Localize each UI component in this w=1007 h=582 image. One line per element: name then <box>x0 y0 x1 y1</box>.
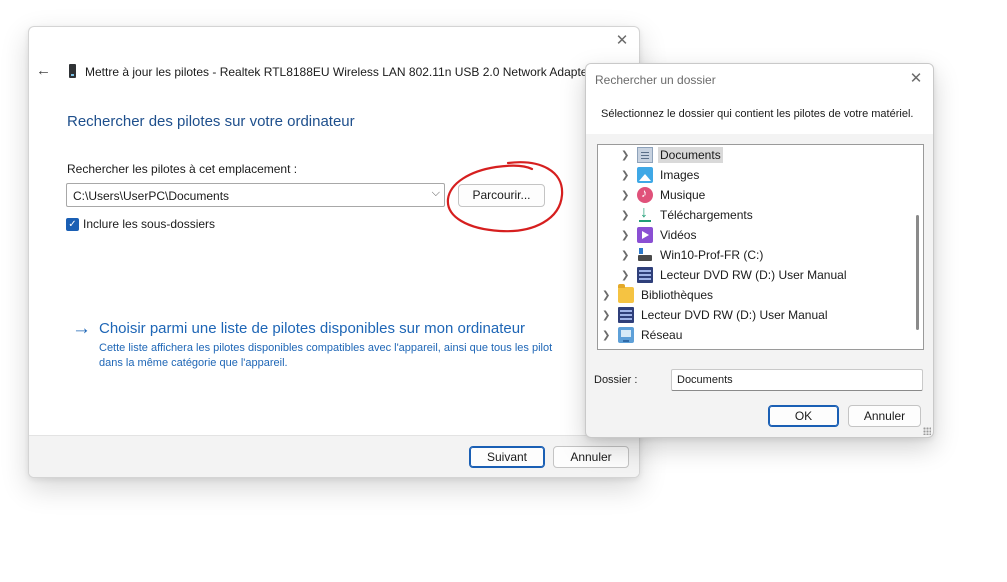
chevron-right-icon[interactable]: ❯ <box>621 250 631 261</box>
wizard-footer: Suivant Annuler <box>29 435 639 477</box>
include-subfolders-label: Inclure les sous-dossiers <box>83 217 216 231</box>
tree-item-label: Lecteur DVD RW (D:) User Manual <box>641 308 828 322</box>
path-value: C:\Users\UserPC\Documents <box>73 189 230 203</box>
music-icon <box>637 186 653 203</box>
tree-scrollbar[interactable] <box>916 215 919 330</box>
dvd-drive-icon <box>637 267 653 283</box>
browse-button[interactable]: Parcourir... <box>458 184 545 207</box>
include-subfolders-checkbox[interactable]: ✓ <box>66 218 79 231</box>
chevron-right-icon[interactable]: ❯ <box>621 210 631 221</box>
resize-grip-icon[interactable] <box>923 427 931 435</box>
images-icon <box>637 167 653 183</box>
tree-item-label: Musique <box>660 188 706 202</box>
tree-item-dvd-drive[interactable]: ❯ Lecteur DVD RW (D:) User Manual <box>602 305 830 325</box>
choose-driver-list-link[interactable]: Choisir parmi une liste de pilotes dispo… <box>99 320 525 337</box>
cancel-button[interactable]: Annuler <box>553 446 629 468</box>
drive-icon <box>637 247 653 263</box>
instruction-area: Sélectionnez le dossier qui contient les… <box>586 94 933 134</box>
tree-item-music[interactable]: ❯ Musique <box>621 185 707 205</box>
tree-item-label: Documents <box>658 147 723 163</box>
dvd-drive-icon <box>618 307 634 323</box>
network-icon <box>618 327 634 343</box>
folder-tree[interactable]: ❯ Documents ❯ Images ❯ Musique ❯ Télécha… <box>597 144 924 350</box>
tree-item-images[interactable]: ❯ Images <box>621 165 701 185</box>
folder-label: Dossier : <box>594 374 638 386</box>
close-icon[interactable]: ✕ <box>907 70 925 88</box>
tree-item-label: Lecteur DVD RW (D:) User Manual <box>660 268 847 282</box>
path-combobox[interactable]: C:\Users\UserPC\Documents ⌵ <box>66 183 445 207</box>
tree-item-label: Images <box>660 168 700 182</box>
update-driver-window: ✕ ← Mettre à jour les pilotes - Realtek … <box>28 26 640 478</box>
next-button[interactable]: Suivant <box>469 446 545 468</box>
chevron-right-icon[interactable]: ❯ <box>621 150 631 161</box>
page-heading: Rechercher des pilotes sur votre ordinat… <box>67 113 355 130</box>
chevron-right-icon[interactable]: ❯ <box>621 270 631 281</box>
tree-item-downloads[interactable]: ❯ Téléchargements <box>621 204 755 225</box>
dialog-instruction: Sélectionnez le dossier qui contient les… <box>601 108 914 120</box>
folder-input[interactable]: Documents <box>671 369 923 391</box>
dialog-title: Rechercher un dossier <box>595 73 716 87</box>
description-line: dans la même catégorie que l'appareil. <box>99 357 288 369</box>
cancel-button[interactable]: Annuler <box>848 405 921 427</box>
tree-item-libraries[interactable]: ❯ Bibliothèques <box>602 284 715 305</box>
tree-item-label: Win10-Prof-FR (C:) <box>660 248 764 262</box>
tree-item-network[interactable]: ❯ Réseau <box>602 325 684 345</box>
browse-folder-dialog: Rechercher un dossier ✕ Sélectionnez le … <box>585 63 934 438</box>
dialog-titlebar: Rechercher un dossier ✕ <box>586 64 933 94</box>
chevron-right-icon[interactable]: ❯ <box>621 190 631 201</box>
chevron-right-icon[interactable]: ❯ <box>621 230 631 241</box>
choose-driver-list-description: Cette liste affichera les pilotes dispon… <box>99 341 589 371</box>
path-label: Rechercher les pilotes à cet emplacement… <box>67 162 298 176</box>
back-arrow-icon[interactable]: ← <box>36 63 52 79</box>
chevron-right-icon[interactable]: ❯ <box>621 170 631 181</box>
tree-item-label: Vidéos <box>660 228 697 242</box>
tree-item-videos[interactable]: ❯ Vidéos <box>621 225 698 245</box>
chevron-right-icon[interactable]: ❯ <box>602 310 612 321</box>
tree-item-label: Bibliothèques <box>641 288 714 302</box>
tree-item-drive-c[interactable]: ❯ Win10-Prof-FR (C:) <box>621 245 765 265</box>
chevron-right-icon[interactable]: ❯ <box>602 290 612 301</box>
tree-item-dvd-drive[interactable]: ❯ Lecteur DVD RW (D:) User Manual <box>621 265 849 285</box>
libraries-folder-icon <box>618 284 634 303</box>
usb-adapter-icon <box>69 64 76 78</box>
downloads-icon <box>637 204 653 223</box>
chevron-right-icon[interactable]: ❯ <box>602 330 612 341</box>
videos-icon <box>637 227 653 243</box>
description-line: Cette liste affichera les pilotes dispon… <box>99 342 553 354</box>
documents-icon <box>637 147 653 163</box>
tree-item-label: Réseau <box>641 328 683 342</box>
window-title: Mettre à jour les pilotes - Realtek RTL8… <box>85 65 592 79</box>
chevron-down-icon[interactable]: ⌵ <box>432 187 440 200</box>
tree-item-documents[interactable]: ❯ Documents <box>621 145 723 165</box>
arrow-right-icon[interactable]: → <box>72 319 91 339</box>
close-icon[interactable]: ✕ <box>613 32 631 50</box>
ok-button[interactable]: OK <box>768 405 839 427</box>
tree-item-label: Téléchargements <box>660 208 753 222</box>
